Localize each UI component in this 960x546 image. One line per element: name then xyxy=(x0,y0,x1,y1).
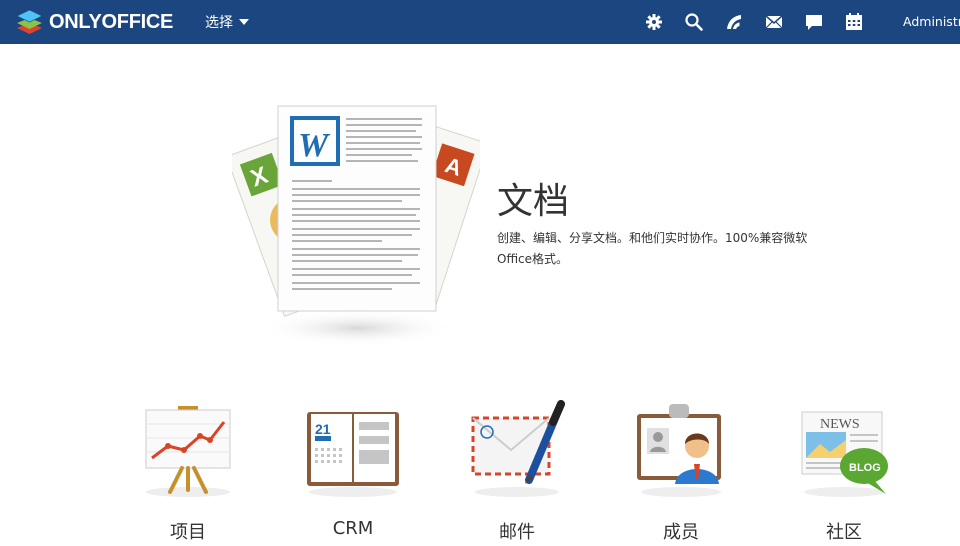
settings-icon[interactable] xyxy=(644,12,664,32)
people-badge-icon xyxy=(631,400,731,498)
svg-text:BLOG: BLOG xyxy=(849,462,881,474)
feed-icon[interactable] xyxy=(724,12,744,32)
module-projects[interactable]: 项目 xyxy=(118,398,258,544)
mail-icon[interactable] xyxy=(764,12,784,32)
brand-name: ONLYOFFICE xyxy=(49,10,174,33)
page-description: 创建、编辑、分享文档。和他们实时协作。100%兼容微软Office格式。 xyxy=(497,231,808,266)
projects-chart-icon xyxy=(138,400,238,498)
chevron-down-icon xyxy=(239,19,249,25)
search-icon[interactable] xyxy=(684,12,704,32)
module-community[interactable]: NEWS BLOG 社区 xyxy=(774,398,914,544)
module-people[interactable]: 成员 xyxy=(611,398,751,544)
page-title[interactable]: 文档 xyxy=(497,172,569,224)
module-mail[interactable]: 邮件 xyxy=(447,398,587,544)
mail-envelope-pen-icon xyxy=(467,400,567,498)
onlyoffice-logo[interactable]: ONLYOFFICE xyxy=(16,9,173,35)
module-crm-label: CRM xyxy=(332,518,374,539)
onlyoffice-logo-icon xyxy=(16,9,43,34)
calendar-icon[interactable] xyxy=(844,12,864,32)
module-select-dropdown[interactable]: 选择 xyxy=(205,12,249,32)
documents-illustration[interactable]: X A W xyxy=(225,100,489,352)
module-mail-label: 邮件 xyxy=(499,522,535,543)
module-crm[interactable]: 21 CRM xyxy=(283,398,423,544)
svg-text:21: 21 xyxy=(315,421,331,437)
svg-text:NEWS: NEWS xyxy=(820,417,860,432)
community-news-blog-icon: NEWS BLOG xyxy=(794,400,894,498)
chat-icon[interactable] xyxy=(804,12,824,32)
crm-calendar-book-icon: 21 xyxy=(303,400,403,498)
module-projects-label: 项目 xyxy=(170,522,206,543)
user-menu[interactable]: Administrator xyxy=(903,14,960,29)
svg-text:W: W xyxy=(298,127,331,164)
module-people-label: 成员 xyxy=(663,522,699,543)
top-navigation-bar: ONLYOFFICE 选择 Administrator xyxy=(0,0,960,44)
module-select-label: 选择 xyxy=(205,15,233,31)
module-community-label: 社区 xyxy=(826,522,862,543)
